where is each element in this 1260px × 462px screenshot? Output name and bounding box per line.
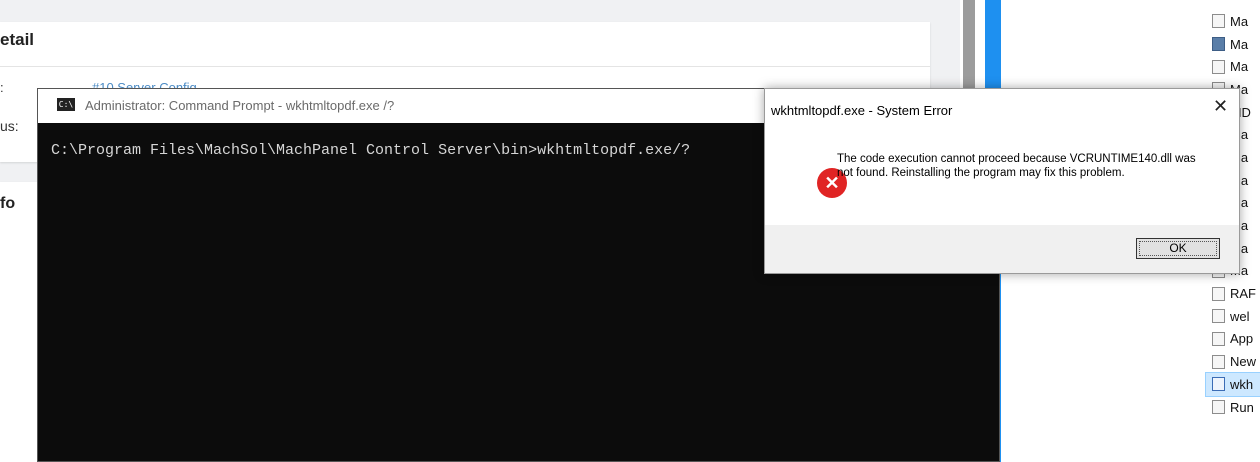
info-card-title: fo [0,195,16,212]
file-name: Ma [1230,59,1249,75]
file-name: RAF [1230,286,1256,302]
status-label: us: [0,118,19,134]
focus-ring [1139,241,1217,256]
file-icon [1212,14,1225,29]
file-icon [1212,331,1225,346]
file-list-item[interactable]: Ma [1206,10,1260,33]
file-list-item[interactable]: Ma [1206,55,1260,78]
ok-button[interactable]: OK [1136,238,1220,259]
app-icon [1212,37,1225,52]
file-list-item[interactable]: wkh [1205,372,1260,397]
cmd-window-title: Administrator: Command Prompt - wkhtmlto… [85,98,395,113]
file-icon [1212,400,1225,415]
dialog-title: wkhtmltopdf.exe - System Error [771,103,953,118]
file-list-item[interactable]: Ma [1206,33,1260,56]
exe-icon [1212,377,1225,392]
cmd-icon: C:\ [57,98,75,111]
console-command-line[interactable]: C:\Program Files\MachSol\MachPanel Contr… [51,142,690,159]
card-divider [0,66,930,67]
close-icon[interactable]: ✕ [1213,96,1228,117]
system-error-dialog: wkhtmltopdf.exe - System Error ✕ ✕ The c… [764,88,1240,274]
file-list-item[interactable]: App [1206,328,1260,351]
file-list-item[interactable]: Run [1206,396,1260,419]
error-message: The code execution cannot proceed becaus… [837,153,1196,179]
file-name: Run [1230,399,1254,415]
field-label: : [0,80,4,95]
dialog-footer: OK [765,225,1239,273]
file-name: wkh [1230,376,1254,392]
file-name: Ma [1230,13,1249,29]
file-name: App [1230,331,1254,347]
file-name: Ma [1230,36,1249,52]
file-icon [1212,309,1225,324]
file-name: wel [1230,308,1250,324]
file-icon [1212,354,1225,369]
file-icon [1212,59,1225,74]
file-icon [1212,286,1225,301]
file-list-item[interactable]: RAF [1206,282,1260,305]
file-name: New [1230,354,1257,370]
detail-card-title: etail [0,30,35,49]
file-list-item[interactable]: wel [1206,305,1260,328]
file-list-item[interactable]: New [1206,350,1260,373]
